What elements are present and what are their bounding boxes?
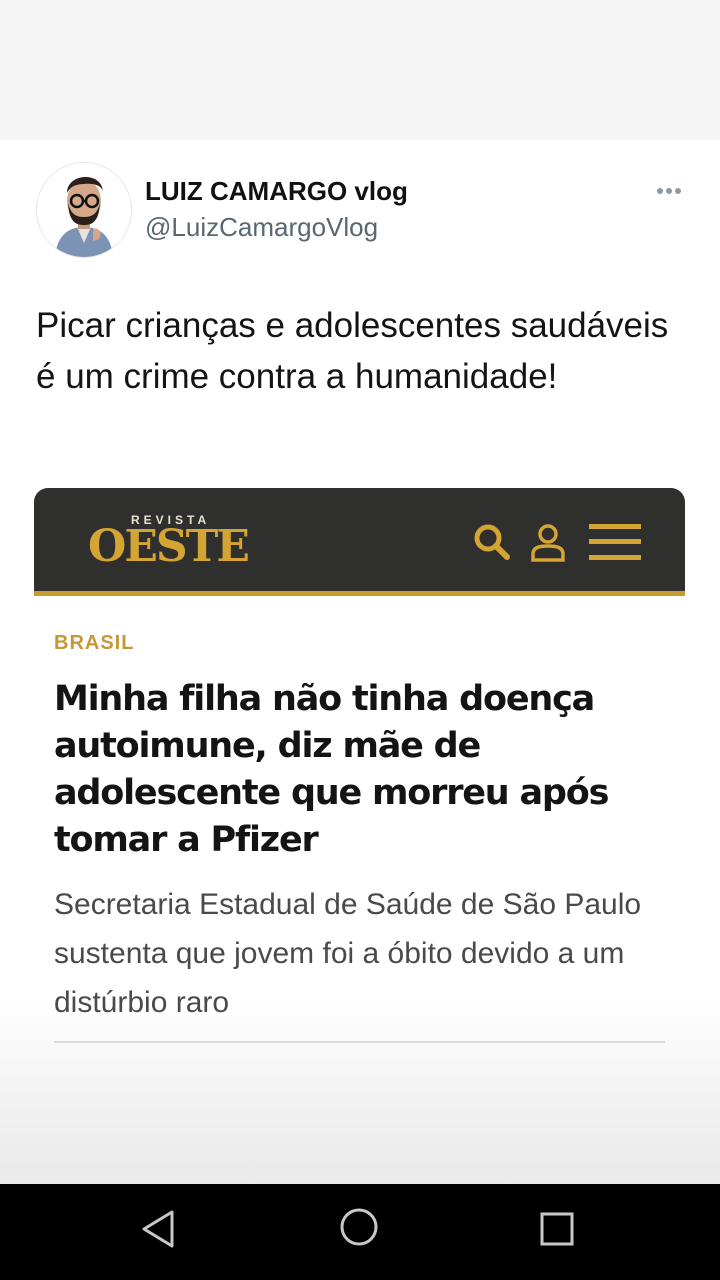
tweet-card[interactable]: LUIZ CAMARGO vlog @LuizCamargoVlog Picar…: [0, 140, 720, 1185]
avatar[interactable]: [36, 162, 132, 258]
user-icon: [528, 522, 568, 562]
author-handle[interactable]: @LuizCamargoVlog: [145, 212, 378, 243]
author-name[interactable]: LUIZ CAMARGO vlog: [145, 176, 408, 207]
article-headline: Minha filha não tinha doença autoimune, …: [54, 679, 609, 860]
home-icon[interactable]: [334, 1204, 384, 1254]
article-subheadline: Secretaria Estadual de Saúde de São Paul…: [54, 888, 642, 1019]
back-icon[interactable]: [134, 1204, 184, 1254]
search-icon: [472, 522, 512, 562]
site-logo: OESTE: [88, 521, 250, 572]
more-horizontal-icon[interactable]: [656, 178, 682, 204]
status-area-blank: [0, 0, 720, 140]
article-screenshot-card[interactable]: REVISTA OESTE BRASIL Minha filha não tin…: [34, 488, 685, 1058]
menu-icon: [589, 522, 641, 562]
divider: [54, 1041, 665, 1043]
article-section: BRASIL: [54, 632, 135, 654]
system-navigation-bar: [0, 1184, 720, 1280]
recents-icon[interactable]: [534, 1204, 584, 1254]
avatar-illustration: [37, 163, 131, 257]
tweet-text: Picar crianças e adolescentes saudáveis …: [36, 306, 669, 396]
article-site-header: REVISTA OESTE: [34, 488, 685, 596]
